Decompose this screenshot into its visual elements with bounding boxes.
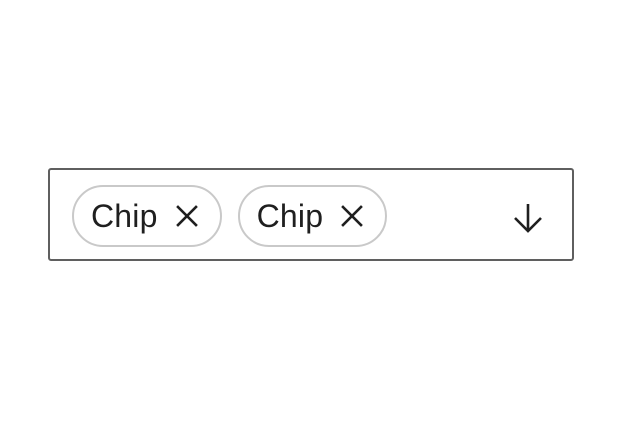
chip[interactable]: Chip [72,185,222,247]
arrow-down-icon [511,201,545,235]
chip-list: Chip Chip [72,185,388,247]
page: Chip Chip [0,0,624,432]
chip[interactable]: Chip [237,185,388,247]
chip-select-field[interactable]: Chip Chip [48,168,574,261]
dropdown-toggle-button[interactable] [508,198,548,238]
chip-label: Chip [91,198,158,234]
close-icon[interactable] [175,205,198,227]
close-icon[interactable] [341,205,364,227]
chip-label: Chip [256,198,324,234]
